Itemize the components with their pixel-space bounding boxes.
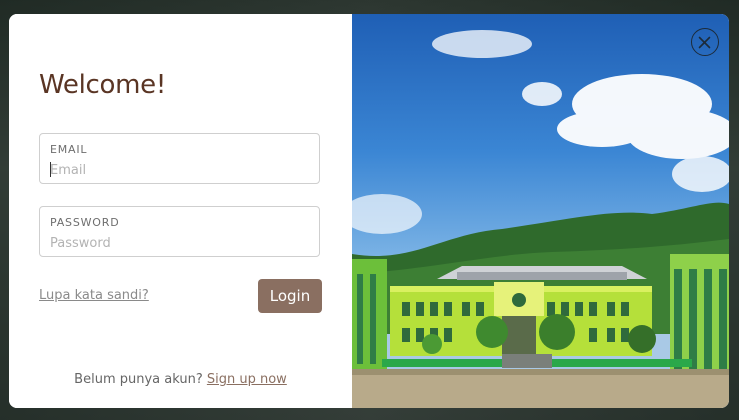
password-input[interactable]	[50, 234, 305, 252]
email-field[interactable]: EMAIL	[39, 133, 320, 184]
close-button[interactable]	[691, 28, 719, 56]
login-modal: Welcome! EMAIL PASSWORD Lupa kata sandi?…	[9, 14, 729, 408]
signup-link[interactable]: Sign up now	[207, 372, 287, 387]
login-form-panel: Welcome! EMAIL PASSWORD Lupa kata sandi?…	[9, 14, 352, 408]
email-label: EMAIL	[50, 143, 88, 156]
email-input[interactable]	[50, 161, 305, 179]
signup-row: Belum punya akun? Sign up now	[9, 372, 352, 387]
campus-photo-panel	[352, 14, 729, 408]
password-field[interactable]: PASSWORD	[39, 206, 320, 257]
close-icon	[698, 36, 711, 48]
login-button[interactable]: Login	[258, 279, 322, 313]
password-label: PASSWORD	[50, 216, 120, 229]
modal-title: Welcome!	[39, 70, 166, 100]
signup-prompt: Belum punya akun?	[74, 372, 203, 387]
campus-building-photo	[352, 30, 729, 408]
clouds	[352, 30, 729, 234]
forgot-password-link[interactable]: Lupa kata sandi?	[39, 288, 149, 303]
